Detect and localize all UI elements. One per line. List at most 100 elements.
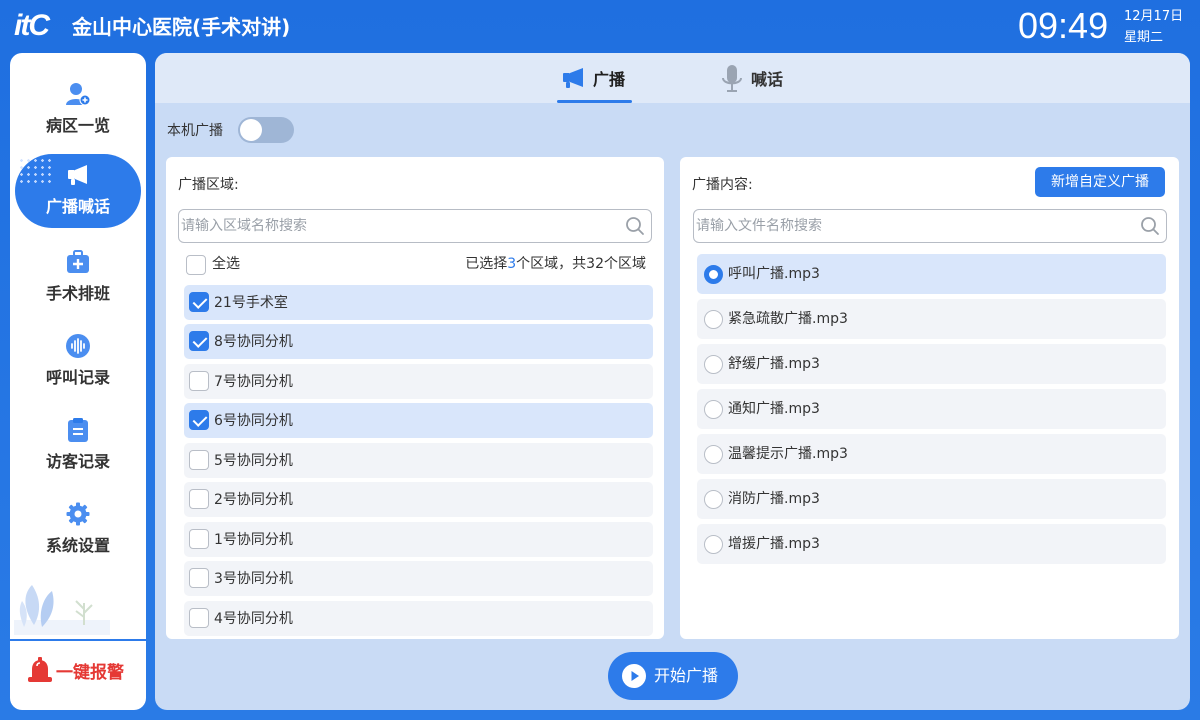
zone-name: 6号协同分机 bbox=[214, 413, 293, 429]
file-name: 增援广播.mp3 bbox=[728, 536, 820, 552]
radio-button[interactable] bbox=[704, 310, 723, 329]
file-name: 消防广播.mp3 bbox=[728, 491, 820, 507]
file-row[interactable]: 舒缓广播.mp3 bbox=[697, 344, 1166, 384]
start-broadcast-button[interactable]: 开始广播 bbox=[608, 652, 738, 700]
checkbox[interactable] bbox=[186, 255, 206, 275]
search-icon[interactable] bbox=[1140, 216, 1160, 236]
app-title: 金山中心医院(手术对讲) bbox=[72, 15, 291, 39]
checkbox[interactable] bbox=[189, 450, 209, 470]
add-custom-broadcast-button[interactable]: 新增自定义广播 bbox=[1035, 167, 1165, 197]
file-search-field[interactable] bbox=[693, 209, 1167, 243]
zone-row[interactable]: 3号协同分机 bbox=[184, 561, 653, 596]
zone-name: 8号协同分机 bbox=[214, 334, 293, 350]
sidebar-item-system-settings[interactable]: 系统设置 bbox=[15, 493, 141, 567]
checkbox[interactable] bbox=[189, 489, 209, 509]
megaphone-icon bbox=[563, 68, 583, 88]
zone-search-field[interactable] bbox=[178, 209, 652, 243]
zones-card: 广播区域: 全选 已选择3个区域，共32个区域 21号手术室 8号协同分机 7号… bbox=[166, 157, 664, 639]
search-icon[interactable] bbox=[625, 216, 645, 236]
zone-row[interactable]: 1号协同分机 bbox=[184, 522, 653, 557]
clock-weekday: 星期二 bbox=[1124, 30, 1164, 45]
content-title: 广播内容: bbox=[692, 177, 753, 193]
zone-name: 2号协同分机 bbox=[214, 492, 293, 508]
checkbox[interactable] bbox=[189, 292, 209, 312]
active-tab-indicator bbox=[557, 100, 632, 103]
sidebar-item-visitor-records[interactable]: 访客记录 bbox=[15, 409, 141, 483]
radio-button[interactable] bbox=[704, 400, 723, 419]
toggle-knob bbox=[240, 119, 262, 141]
select-all-label: 全选 bbox=[212, 256, 240, 272]
clipboard-icon bbox=[68, 418, 88, 442]
gear-icon bbox=[66, 502, 90, 526]
play-icon bbox=[622, 664, 646, 688]
microphone-icon bbox=[722, 65, 742, 92]
checkbox[interactable] bbox=[189, 371, 209, 391]
radio-button[interactable] bbox=[704, 535, 723, 554]
file-row[interactable]: 温馨提示广播.mp3 bbox=[697, 434, 1166, 474]
megaphone-icon bbox=[68, 165, 87, 185]
clock-date: 12月17日 bbox=[1124, 9, 1184, 24]
medical-kit-icon bbox=[67, 250, 89, 273]
file-name: 紧急疏散广播.mp3 bbox=[728, 311, 848, 327]
local-broadcast-toggle[interactable] bbox=[238, 117, 294, 143]
sidebar: 病区一览 广播喊话 手术排班 呼叫记录 访客记录 系统设置 一键报警 bbox=[10, 53, 146, 710]
summary-prefix: 已选择 bbox=[465, 256, 508, 272]
sidebar-item-surgery-schedule[interactable]: 手术排班 bbox=[15, 241, 141, 315]
main-panel: 广播 喊话 本机广播 广播区域: 全选 已选择3个区域 bbox=[155, 53, 1190, 710]
zone-row[interactable]: 21号手术室 bbox=[184, 285, 653, 320]
zone-search-input[interactable] bbox=[181, 210, 613, 241]
checkbox[interactable] bbox=[189, 331, 209, 351]
file-row[interactable]: 通知广播.mp3 bbox=[697, 389, 1166, 429]
plant-decoration-icon bbox=[14, 585, 110, 635]
zones-title: 广播区域: bbox=[178, 177, 239, 193]
zone-name: 7号协同分机 bbox=[214, 374, 293, 390]
file-row[interactable]: 消防广播.mp3 bbox=[697, 479, 1166, 519]
zone-row[interactable]: 7号协同分机 bbox=[184, 364, 653, 399]
file-search-input[interactable] bbox=[696, 210, 1128, 241]
tab-label: 喊话 bbox=[751, 70, 784, 89]
file-name: 通知广播.mp3 bbox=[728, 401, 820, 417]
tab-bar: 广播 喊话 bbox=[155, 53, 1190, 103]
ward-user-icon bbox=[66, 83, 91, 106]
sidebar-item-label: 病区一览 bbox=[45, 116, 110, 135]
file-row[interactable]: 增援广播.mp3 bbox=[697, 524, 1166, 564]
checkbox[interactable] bbox=[189, 568, 209, 588]
file-row[interactable]: 紧急疏散广播.mp3 bbox=[697, 299, 1166, 339]
selected-count: 3 bbox=[507, 256, 517, 272]
zone-name: 21号手术室 bbox=[214, 295, 288, 311]
zone-row[interactable]: 8号协同分机 bbox=[184, 324, 653, 359]
radio-button[interactable] bbox=[704, 265, 723, 284]
sidebar-item-ward-overview[interactable]: 病区一览 bbox=[15, 73, 141, 147]
zone-name: 5号协同分机 bbox=[214, 453, 293, 469]
radio-button[interactable] bbox=[704, 355, 723, 374]
checkbox[interactable] bbox=[189, 410, 209, 430]
summary-suffix: 个区域，共32个区域 bbox=[516, 256, 646, 272]
zone-row[interactable]: 4号协同分机 bbox=[184, 601, 653, 636]
sidebar-item-label: 呼叫记录 bbox=[45, 368, 110, 387]
file-name: 舒缓广播.mp3 bbox=[728, 356, 820, 372]
zone-row[interactable]: 6号协同分机 bbox=[184, 403, 653, 438]
tab-talk[interactable]: 喊话 bbox=[719, 53, 799, 103]
checkbox[interactable] bbox=[189, 529, 209, 549]
file-name: 呼叫广播.mp3 bbox=[728, 266, 820, 282]
decorative-dot-pattern bbox=[18, 157, 54, 183]
file-row[interactable]: 呼叫广播.mp3 bbox=[697, 254, 1166, 294]
checkbox[interactable] bbox=[189, 608, 209, 628]
radio-button[interactable] bbox=[704, 490, 723, 509]
clock-time: 09:49 bbox=[1018, 5, 1109, 46]
selection-summary: 已选择3个区域，共32个区域 bbox=[465, 254, 646, 274]
one-key-alarm-button[interactable]: 一键报警 bbox=[10, 639, 146, 710]
zone-row[interactable]: 5号协同分机 bbox=[184, 443, 653, 478]
zone-name: 3号协同分机 bbox=[214, 571, 293, 587]
alarm-label: 一键报警 bbox=[56, 663, 124, 683]
app-header: itC 金山中心医院(手术对讲) 09:49 12月17日 星期二 bbox=[0, 0, 1200, 52]
sidebar-item-label: 访客记录 bbox=[45, 452, 110, 471]
sidebar-item-call-records[interactable]: 呼叫记录 bbox=[15, 325, 141, 399]
sidebar-item-label: 广播喊话 bbox=[45, 197, 110, 216]
tab-label: 广播 bbox=[593, 70, 626, 89]
tab-broadcast[interactable]: 广播 bbox=[557, 53, 632, 103]
brand-logo: itC bbox=[14, 9, 50, 42]
zone-row[interactable]: 2号协同分机 bbox=[184, 482, 653, 517]
zone-name: 4号协同分机 bbox=[214, 611, 293, 627]
radio-button[interactable] bbox=[704, 445, 723, 464]
